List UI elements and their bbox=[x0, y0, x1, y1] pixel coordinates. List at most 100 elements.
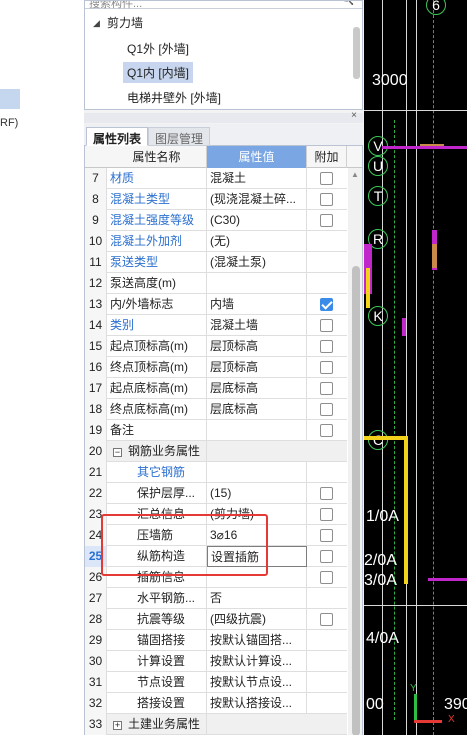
attribute-value[interactable]: 内墙 bbox=[207, 294, 307, 315]
wall-segment bbox=[366, 268, 370, 308]
attribute-value[interactable]: (C30) bbox=[207, 210, 307, 231]
table-row[interactable]: 7 材质 混凝土 bbox=[85, 168, 347, 189]
append-checkbox[interactable] bbox=[320, 319, 333, 332]
tab-property-list[interactable]: 属性列表 bbox=[86, 127, 149, 146]
append-cell bbox=[307, 651, 347, 672]
tree-item-q1-inner[interactable]: Q1内 [内墙] bbox=[123, 62, 194, 83]
attribute-value[interactable] bbox=[207, 462, 307, 483]
scrollbar-thumb[interactable] bbox=[352, 266, 360, 735]
table-row[interactable]: 16 终点顶标高(m) 层顶标高 bbox=[85, 357, 347, 378]
row-number: 19 bbox=[85, 420, 107, 441]
append-checkbox[interactable] bbox=[320, 508, 333, 521]
table-row[interactable]: 9 混凝土强度等级 (C30) bbox=[85, 210, 347, 231]
attribute-value[interactable]: 层底标高 bbox=[207, 399, 307, 420]
property-scrollbar[interactable]: ▲ bbox=[348, 168, 362, 735]
panel-splitter[interactable]: × bbox=[84, 110, 363, 123]
attribute-value[interactable]: 层顶标高 bbox=[207, 357, 307, 378]
table-row[interactable]: 12 泵送高度(m) bbox=[85, 273, 347, 294]
attribute-value[interactable]: 按默认搭接设... bbox=[207, 693, 307, 714]
table-row[interactable]: 32 搭接设置 按默认搭接设... bbox=[85, 693, 347, 714]
tree-item-elevator-wall[interactable]: 电梯井壁外 [外墙] bbox=[127, 89, 221, 106]
attribute-name-text: 起点顶标高(m) bbox=[110, 339, 188, 353]
table-row[interactable]: 28 抗震等级 (四级抗震) bbox=[85, 609, 347, 630]
append-checkbox[interactable] bbox=[320, 424, 333, 437]
attribute-value[interactable]: 混凝土墙 bbox=[207, 315, 307, 336]
table-row[interactable]: 10 混凝土外加剂 (无) bbox=[85, 231, 347, 252]
attribute-value[interactable]: (无) bbox=[207, 231, 307, 252]
row-number: 20 bbox=[85, 441, 107, 462]
tree-collapse-icon[interactable]: ◢ bbox=[93, 18, 100, 29]
table-row[interactable]: 11 泵送类型 (混凝土泵) bbox=[85, 252, 347, 273]
table-row[interactable]: 20− 钢筋业务属性 bbox=[85, 441, 347, 462]
attribute-name: 内/外墙标志 bbox=[107, 294, 207, 315]
append-checkbox[interactable] bbox=[320, 214, 333, 227]
attribute-value[interactable]: 按默认节点设... bbox=[207, 672, 307, 693]
attribute-value[interactable]: (现浇混凝土碎... bbox=[207, 189, 307, 210]
append-checkbox[interactable] bbox=[320, 172, 333, 185]
dimension-text: 3000 bbox=[372, 72, 408, 89]
table-row[interactable]: 22 保护层厚... (15) bbox=[85, 483, 347, 504]
attribute-value[interactable] bbox=[207, 420, 307, 441]
table-row[interactable]: 33 + 土建业务属性 bbox=[85, 714, 347, 735]
table-row[interactable]: 17 起点底标高(m) 层底标高 bbox=[85, 378, 347, 399]
cad-viewport[interactable]: 6 V U T R K C 3000 1/0A 2/0A 3/0A 4/0A 0… bbox=[364, 0, 467, 735]
table-row[interactable]: 8 混凝土类型 (现浇混凝土碎... bbox=[85, 189, 347, 210]
row-number: 33 bbox=[85, 714, 107, 735]
append-checkbox[interactable] bbox=[320, 382, 333, 395]
table-row[interactable]: 18 终点底标高(m) 层底标高 bbox=[85, 399, 347, 420]
component-search-input[interactable]: 搜索构件... 🔍 bbox=[85, 1, 362, 10]
table-row[interactable]: 14 类别 混凝土墙 bbox=[85, 315, 347, 336]
attribute-value[interactable] bbox=[207, 273, 307, 294]
attribute-value[interactable]: (混凝土泵) bbox=[207, 252, 307, 273]
close-icon[interactable]: × bbox=[351, 110, 357, 121]
attribute-value[interactable]: (四级抗震) bbox=[207, 609, 307, 630]
table-row[interactable]: 27 水平钢筋... 否 bbox=[85, 588, 347, 609]
search-icon[interactable]: 🔍 bbox=[342, 1, 354, 6]
append-cell bbox=[307, 231, 347, 252]
append-checkbox[interactable] bbox=[320, 403, 333, 416]
table-row[interactable]: 21 其它钢筋 bbox=[85, 462, 347, 483]
expand-icon[interactable]: + bbox=[113, 721, 122, 730]
attribute-name: 混凝土强度等级 bbox=[107, 210, 207, 231]
tree-root-shear-wall[interactable]: 剪力墙 bbox=[107, 14, 143, 31]
append-checkbox[interactable] bbox=[320, 571, 333, 584]
tab-layer-management[interactable]: 图层管理 bbox=[148, 127, 211, 146]
attribute-value[interactable]: 按默认计算设... bbox=[207, 651, 307, 672]
attribute-name-text: 抗震等级 bbox=[137, 612, 186, 626]
left-selection-marker bbox=[0, 89, 20, 109]
scroll-up-icon[interactable]: ▲ bbox=[351, 170, 359, 179]
attribute-value[interactable]: 层顶标高 bbox=[207, 336, 307, 357]
append-checkbox[interactable] bbox=[320, 613, 333, 626]
tree-scrollbar[interactable] bbox=[353, 27, 360, 79]
attribute-value[interactable]: 按默认锚固搭... bbox=[207, 630, 307, 651]
header-append: 附加 bbox=[307, 146, 347, 168]
tree-item-q1-outer[interactable]: Q1外 [外墙] bbox=[127, 40, 189, 57]
append-cell bbox=[307, 420, 347, 441]
append-checkbox[interactable] bbox=[320, 340, 333, 353]
append-checkbox[interactable] bbox=[320, 487, 333, 500]
collapse-icon[interactable]: − bbox=[113, 448, 122, 457]
table-row[interactable]: 15 起点顶标高(m) 层顶标高 bbox=[85, 336, 347, 357]
attribute-name: 终点底标高(m) bbox=[107, 399, 207, 420]
attribute-value[interactable]: (15) bbox=[207, 483, 307, 504]
table-row[interactable]: 13 内/外墙标志 内墙 bbox=[85, 294, 347, 315]
append-checkbox[interactable] bbox=[320, 529, 333, 542]
column-marker bbox=[402, 318, 406, 336]
append-cell bbox=[307, 378, 347, 399]
attribute-value[interactable]: 否 bbox=[207, 588, 307, 609]
property-table: 属性名称 属性值 附加 7 材质 混凝土 8 混凝土类型 (现浇混凝土碎... 9 混凝土强度… bbox=[84, 146, 363, 735]
attribute-value[interactable]: 混凝土 bbox=[207, 168, 307, 189]
append-checkbox[interactable] bbox=[320, 193, 333, 206]
table-row[interactable]: 29 锚固搭接 按默认锚固搭... bbox=[85, 630, 347, 651]
append-cell bbox=[307, 504, 347, 525]
table-row[interactable]: 19 备注 bbox=[85, 420, 347, 441]
axis-label-c: C bbox=[368, 430, 388, 450]
attribute-value[interactable]: 层底标高 bbox=[207, 378, 307, 399]
table-row[interactable]: 31 节点设置 按默认节点设... bbox=[85, 672, 347, 693]
append-checkbox[interactable] bbox=[320, 550, 333, 563]
append-checkbox[interactable] bbox=[320, 298, 333, 311]
table-row[interactable]: 30 计算设置 按默认计算设... bbox=[85, 651, 347, 672]
dimension-text: 1/0A bbox=[366, 508, 399, 525]
attribute-name-text: 搭接设置 bbox=[137, 696, 186, 710]
append-checkbox[interactable] bbox=[320, 361, 333, 374]
